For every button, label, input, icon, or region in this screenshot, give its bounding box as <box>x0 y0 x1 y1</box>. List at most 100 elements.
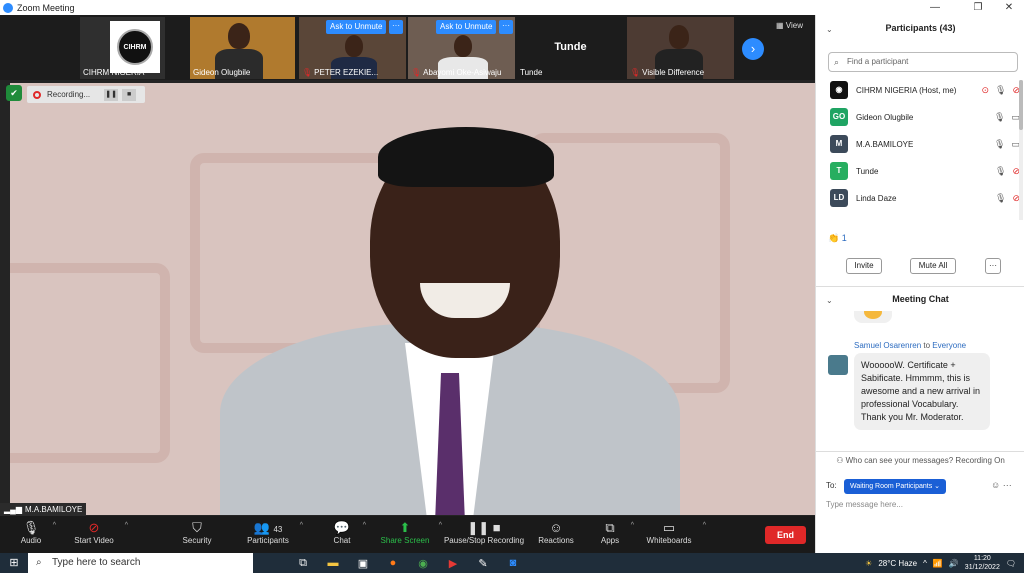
chevron-up-icon[interactable]: ^ <box>363 522 366 529</box>
participant-name: CIHRM NIGERIA (Host, me) <box>856 85 957 95</box>
participants-button[interactable]: 👥 43 Participants ^ <box>245 520 303 545</box>
chevron-up-icon[interactable]: ^ <box>300 522 303 529</box>
video-area: CIHRM CIHRM NIGERIA Gideon Olugbile Ask … <box>0 15 815 553</box>
chrome-icon[interactable]: ◉ <box>415 557 431 570</box>
next-page-button[interactable]: › <box>742 38 764 60</box>
participants-count: 43 <box>273 525 283 534</box>
mic-icon: 🎙 <box>994 111 1006 122</box>
file-explorer-icon[interactable]: ▬ <box>325 557 341 570</box>
stop-recording-icon[interactable]: ■ <box>122 88 137 101</box>
mic-icon: 🎙 <box>995 84 1007 95</box>
taskbar-search-input[interactable]: ⌕ Type here to search <box>28 553 253 573</box>
participant-name: Tunde <box>856 166 879 176</box>
avatar: ◉ <box>830 81 848 99</box>
participant-row[interactable]: M M.A.BAMILOYE 🎙 ▭ <box>830 134 1020 154</box>
clock-time: 11:20 <box>973 555 991 562</box>
chevron-up-icon[interactable]: ^ <box>125 522 128 529</box>
whiteboards-button[interactable]: ▭ Whiteboards ^ <box>644 520 706 545</box>
chevron-up-icon[interactable]: ^ <box>631 522 634 529</box>
mute-all-button[interactable]: Mute All <box>910 258 956 274</box>
view-button[interactable]: ▦ View <box>776 21 803 30</box>
participant-row[interactable]: GO Gideon Olugbile 🎙 ▭ <box>830 107 1020 127</box>
tray-chevron-icon[interactable]: ^ <box>923 559 927 568</box>
sender-name[interactable]: Samuel Osarenren <box>854 341 921 350</box>
who-can-see-link[interactable]: ⚇ Who can see your messages? Recording O… <box>816 456 1024 465</box>
tile-name-row: Gideon Olugbile <box>193 68 250 77</box>
tile-more-button[interactable]: ··· <box>499 20 513 34</box>
avatar: GO <box>830 108 848 126</box>
clock[interactable]: 11:20 31/12/2022 <box>965 554 1000 572</box>
pause-recording-icon[interactable]: ❚❚ <box>104 88 119 101</box>
minimize-icon[interactable]: — <box>920 0 950 15</box>
chat-input-icons: ☺ ··· <box>991 480 1012 490</box>
share-screen-icon: ⬆ <box>399 520 411 535</box>
audio-button[interactable]: 🎙 Audio ^ <box>18 520 56 545</box>
task-view-icon[interactable]: ⧉ <box>295 557 311 570</box>
share-screen-label: Share Screen <box>380 536 430 545</box>
participant-row[interactable]: ◉ CIHRM NIGERIA (Host, me) ⊙ 🎙 ⊘ <box>830 80 1020 100</box>
message-sender: Samuel Osarenren to Everyone <box>854 341 966 350</box>
chevron-up-icon[interactable]: ^ <box>53 522 56 529</box>
chat-input[interactable]: Type message here... <box>826 500 903 509</box>
recipient-name[interactable]: Everyone <box>932 341 966 350</box>
title-bar: Zoom Meeting — ❐ ✕ <box>0 0 1024 15</box>
pause-stop-recording-button[interactable]: ❚❚ ■ Pause/Stop Recording <box>441 520 527 545</box>
panel-divider <box>816 286 1024 287</box>
invite-button[interactable]: Invite <box>846 258 882 274</box>
tile-more-button[interactable]: ··· <box>389 20 403 34</box>
windows-start-icon[interactable]: ⊞ <box>0 553 28 573</box>
video-tile[interactable]: Gideon Olugbile <box>190 17 295 79</box>
pen-app-icon[interactable]: ✎ <box>475 557 491 570</box>
participant-row[interactable]: LD Linda Daze 🎙 ⊘ <box>830 188 1020 208</box>
ask-to-unmute-button[interactable]: Ask to Unmute <box>436 20 497 34</box>
emoji-icon <box>864 311 882 319</box>
participants-more-button[interactable]: ··· <box>985 258 1001 274</box>
notifications-icon[interactable]: 🗨 <box>1006 559 1016 568</box>
scrollbar-thumb[interactable] <box>1019 80 1023 130</box>
chat-more-icon[interactable]: ··· <box>1003 480 1012 490</box>
network-icon[interactable]: 📶 <box>933 559 943 568</box>
tile-name: Tunde <box>520 68 543 77</box>
zoom-taskbar-icon[interactable]: ◙ <box>505 557 521 570</box>
weather-text[interactable]: 28°C Haze <box>878 559 917 568</box>
system-tray: ☀ 28°C Haze ^ 📶 🔊 11:20 31/12/2022 🗨 <box>865 553 1024 573</box>
recipient-dropdown[interactable]: Waiting Room Participants ⌄ <box>844 479 947 494</box>
emoji-picker-icon[interactable]: ☺ <box>991 480 1000 490</box>
tile-name-row: 🎙 PETER EZEKIE... <box>302 68 378 77</box>
participant-row[interactable]: T Tunde 🎙 ⊘ <box>830 161 1020 181</box>
reactions-icon: ☺ <box>549 520 563 535</box>
reactions-button[interactable]: ☺ Reactions <box>537 520 575 545</box>
security-button[interactable]: ⛉ Security <box>180 520 214 545</box>
video-tile[interactable]: Ask to Unmute ··· 🎙 PETER EZEKIE... <box>299 17 406 79</box>
video-tile[interactable]: Ask to Unmute ··· 🎙 Abayomi Oke-Asiwaju <box>408 17 515 79</box>
participant-scrollbar[interactable] <box>1019 80 1023 220</box>
close-icon[interactable]: ✕ <box>994 0 1024 15</box>
video-tile[interactable]: CIHRM CIHRM NIGERIA <box>80 17 165 79</box>
participant-status-icons: 🎙 ▭ <box>994 112 1020 123</box>
video-tile[interactable]: 🎙 Visible Difference <box>627 17 734 79</box>
volume-icon[interactable]: 🔊 <box>949 559 959 568</box>
store-icon[interactable]: ▣ <box>355 557 371 570</box>
start-video-button[interactable]: ⊘ Start Video ^ <box>72 520 128 545</box>
pause-stop-label: Pause/Stop Recording <box>443 536 525 545</box>
chevron-up-icon[interactable]: ^ <box>703 522 706 529</box>
mic-icon: 🎙 <box>995 165 1007 176</box>
participants-icon: 👥 43 <box>253 520 283 535</box>
firefox-icon[interactable]: ● <box>385 557 401 570</box>
apps-button[interactable]: ⧉ Apps ^ <box>598 520 634 545</box>
ask-to-unmute-button[interactable]: Ask to Unmute <box>326 20 387 34</box>
recording-icon: ⊙ <box>981 84 990 95</box>
speaker-name-chip: ▂▄▆ M.A.BAMILOYE <box>0 503 87 516</box>
media-player-icon[interactable]: ▶ <box>445 557 461 570</box>
end-button[interactable]: End <box>765 526 806 544</box>
video-tile[interactable]: Tunde Tunde <box>517 17 624 79</box>
microphone-icon: 🎙 <box>22 520 40 535</box>
security-shield-icon[interactable]: ✔ <box>6 85 22 101</box>
search-placeholder: Find a participant <box>847 57 909 66</box>
gallery-strip: CIHRM CIHRM NIGERIA Gideon Olugbile Ask … <box>0 15 815 80</box>
chat-button[interactable]: 💬 Chat ^ <box>330 520 366 545</box>
maximize-icon[interactable]: ❐ <box>963 0 993 15</box>
share-screen-button[interactable]: ⬆ Share Screen ^ <box>380 520 442 545</box>
participant-search-input[interactable]: ⌕ Find a participant <box>828 52 1018 72</box>
cihrm-logo: CIHRM <box>110 21 160 73</box>
